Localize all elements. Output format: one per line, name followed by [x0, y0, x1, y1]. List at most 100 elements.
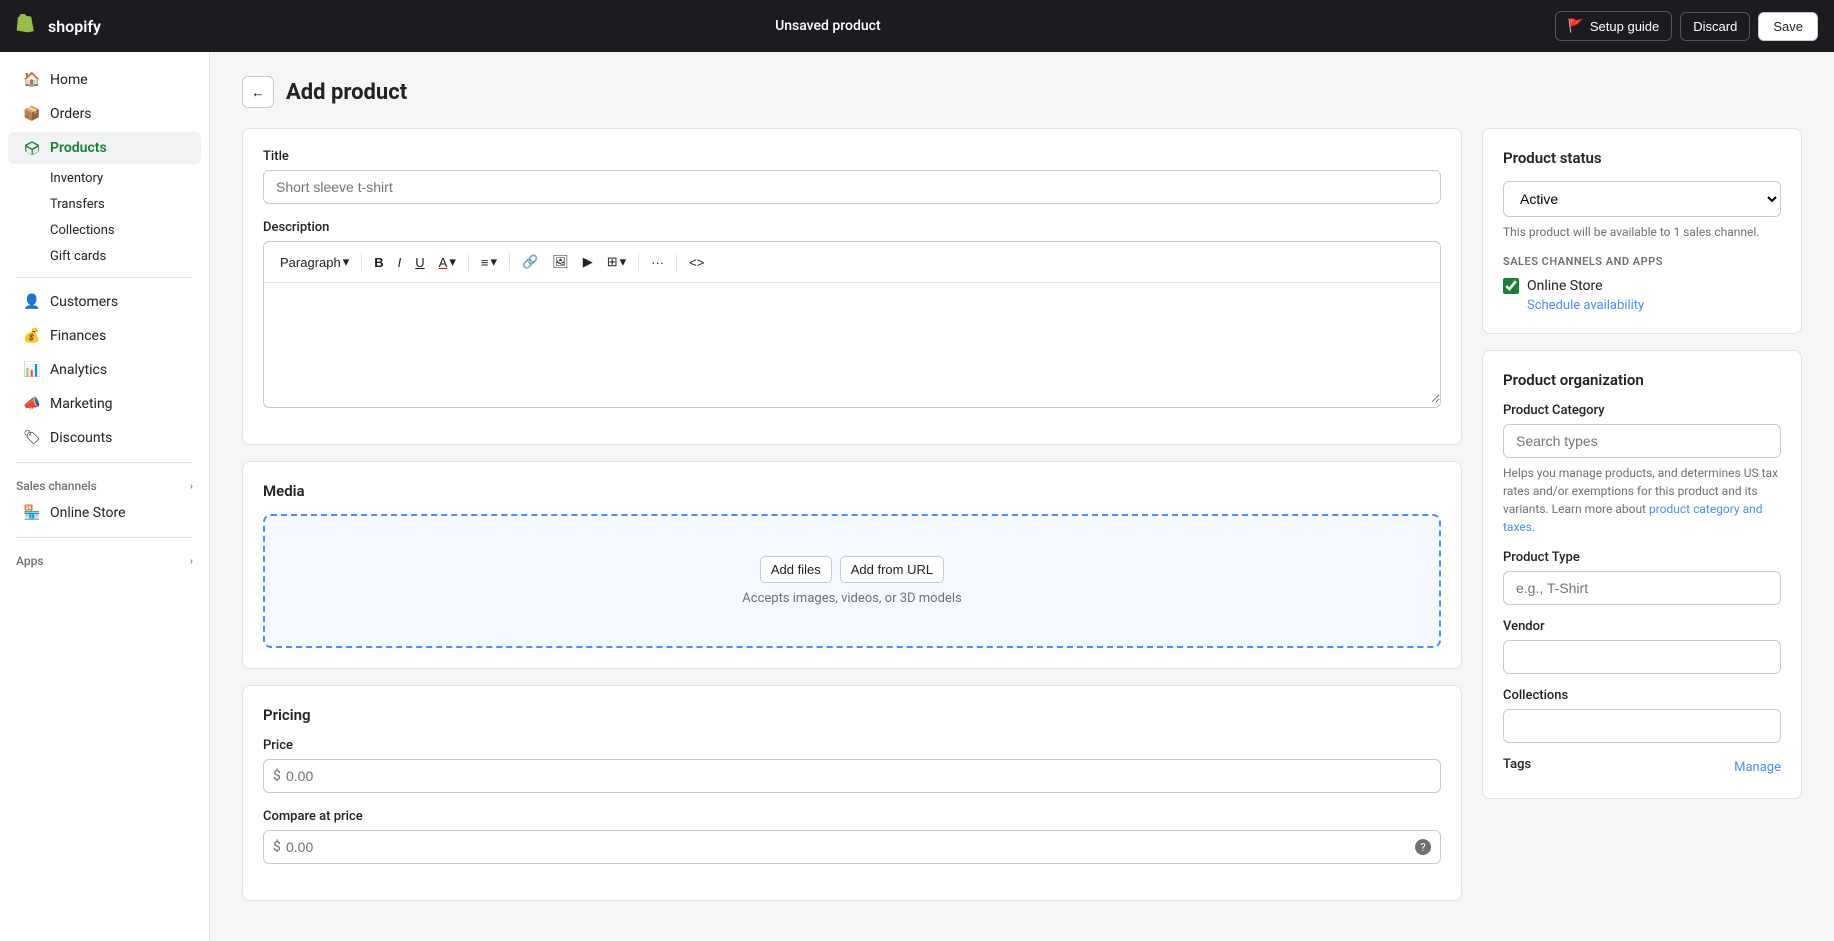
- compare-price-input-wrap: $ ?: [263, 830, 1441, 864]
- bold-button[interactable]: B: [368, 251, 389, 274]
- sidebar-item-orders[interactable]: 📦 Orders: [8, 98, 201, 130]
- toolbar-divider-2: [468, 253, 469, 271]
- media-card: Media Add files Add from URL Accepts ima…: [242, 461, 1462, 669]
- more-button[interactable]: ···: [645, 251, 670, 274]
- rte-toolbar: Paragraph ▾ B I U A ▾: [264, 242, 1440, 283]
- sidebar-item-gift-cards[interactable]: Gift cards: [42, 244, 201, 269]
- manage-tags-link[interactable]: Manage: [1734, 760, 1781, 775]
- italic-button[interactable]: I: [392, 251, 408, 274]
- source-code-button[interactable]: <>: [683, 251, 710, 274]
- sidebar-item-transfers[interactable]: Transfers: [42, 192, 201, 217]
- title-label: Title: [263, 149, 1441, 164]
- collections-input[interactable]: [1503, 709, 1781, 743]
- sales-channels-section[interactable]: Sales channels ›: [0, 471, 209, 497]
- compare-price-input[interactable]: [263, 830, 1441, 864]
- vendor-label: Vendor: [1503, 619, 1781, 634]
- collections-label: Collections: [1503, 688, 1781, 703]
- image-button[interactable]: 🖼: [546, 250, 575, 274]
- text-color-button[interactable]: A ▾: [433, 250, 462, 274]
- home-icon: 🏠: [24, 72, 40, 88]
- dropdown-arrow-icon: ▾: [343, 254, 350, 270]
- paragraph-dropdown[interactable]: Paragraph ▾: [274, 250, 355, 274]
- media-dropzone[interactable]: Add files Add from URL Accepts images, v…: [263, 514, 1441, 648]
- table-dropdown-icon: ▾: [620, 254, 627, 270]
- sidebar-divider-1: [16, 277, 193, 278]
- sidebar-item-home[interactable]: 🏠 Home: [8, 64, 201, 96]
- product-type-input[interactable]: [1503, 571, 1781, 605]
- title-input[interactable]: [263, 170, 1441, 204]
- tags-label: Tags: [1503, 757, 1531, 772]
- toolbar-divider-4: [638, 253, 639, 271]
- sidebar-item-discounts[interactable]: 🏷 Discounts: [8, 422, 201, 454]
- price-field-group: Price $: [263, 738, 1441, 793]
- logo-text: shopify: [48, 17, 101, 36]
- category-label: Product Category: [1503, 403, 1781, 418]
- video-button[interactable]: ▶: [577, 250, 599, 274]
- marketing-icon: 📣: [24, 396, 40, 412]
- store-icon: 🏪: [24, 505, 40, 521]
- logo: shopify: [16, 14, 101, 38]
- status-description: This product will be available to 1 sale…: [1503, 225, 1781, 239]
- price-label: Price: [263, 738, 1441, 753]
- category-input[interactable]: [1503, 424, 1781, 458]
- underline-button[interactable]: U: [409, 251, 430, 274]
- discard-button[interactable]: Discard: [1680, 12, 1750, 41]
- sidebar-divider-2: [16, 462, 193, 463]
- table-button[interactable]: ⊞ ▾: [601, 250, 632, 274]
- save-button[interactable]: Save: [1758, 12, 1818, 41]
- vendor-input[interactable]: [1503, 640, 1781, 674]
- products-submenu: Inventory Transfers Collections Gift car…: [0, 166, 209, 269]
- text-color-dropdown-icon: ▾: [449, 254, 456, 270]
- product-type-label: Product Type: [1503, 550, 1781, 565]
- sales-channels-label: SALES CHANNELS AND APPS: [1503, 255, 1781, 268]
- compare-price-label: Compare at price: [263, 809, 1441, 824]
- sidebar-item-analytics[interactable]: 📊 Analytics: [8, 354, 201, 386]
- title-description-card: Title Description Paragraph ▾: [242, 128, 1462, 445]
- sidebar-item-products[interactable]: Products: [8, 132, 201, 164]
- toolbar-divider-3: [509, 253, 510, 271]
- schedule-availability-link[interactable]: Schedule availability: [1527, 298, 1781, 313]
- left-column: Title Description Paragraph ▾: [242, 128, 1462, 917]
- chevron-right-icon-apps: ›: [190, 556, 193, 567]
- chevron-right-icon: ›: [190, 481, 193, 492]
- online-store-checkbox-row: Online Store: [1503, 278, 1781, 294]
- online-store-label: Online Store: [1527, 278, 1603, 294]
- sidebar-item-finances[interactable]: 💰 Finances: [8, 320, 201, 352]
- product-status-title: Product status: [1503, 149, 1781, 167]
- compare-price-help-icon[interactable]: ?: [1415, 839, 1431, 855]
- media-dropzone-actions: Add files Add from URL: [285, 556, 1419, 583]
- category-description: Helps you manage products, and determine…: [1503, 464, 1781, 536]
- price-input-wrap: $: [263, 759, 1441, 793]
- product-org-card: Product organization Product Category He…: [1482, 350, 1802, 799]
- media-title: Media: [263, 482, 1441, 500]
- link-button[interactable]: 🔗: [516, 250, 544, 274]
- topbar: shopify Unsaved product 🚩 Setup guide Di…: [0, 0, 1834, 52]
- setup-guide-button[interactable]: 🚩 Setup guide: [1555, 11, 1673, 41]
- products-icon: [24, 140, 40, 156]
- customers-icon: 👤: [24, 294, 40, 310]
- sidebar-item-online-store[interactable]: 🏪 Online Store: [8, 497, 201, 529]
- add-from-url-button[interactable]: Add from URL: [840, 556, 944, 583]
- sidebar-item-marketing[interactable]: 📣 Marketing: [8, 388, 201, 420]
- sidebar-item-collections[interactable]: Collections: [42, 218, 201, 243]
- apps-section[interactable]: Apps ›: [0, 546, 209, 572]
- sidebar-divider-3: [16, 537, 193, 538]
- price-input[interactable]: [263, 759, 1441, 793]
- add-files-button[interactable]: Add files: [760, 556, 832, 583]
- title-field-group: Title: [263, 149, 1441, 204]
- pricing-card: Pricing Price $ Compare at price $: [242, 685, 1462, 901]
- tags-row: Tags Manage: [1503, 757, 1781, 778]
- right-column: Product status Active Draft This product…: [1482, 128, 1802, 815]
- description-textarea[interactable]: [264, 283, 1440, 403]
- online-store-checkbox[interactable]: [1503, 278, 1519, 294]
- toolbar-divider-1: [361, 253, 362, 271]
- toolbar-divider-5: [676, 253, 677, 271]
- sidebar-item-customers[interactable]: 👤 Customers: [8, 286, 201, 318]
- sidebar-item-inventory[interactable]: Inventory: [42, 166, 201, 191]
- status-select[interactable]: Active Draft: [1503, 181, 1781, 217]
- page-unsaved-label: Unsaved product: [775, 18, 881, 34]
- align-button[interactable]: ≡ ▾: [475, 250, 503, 274]
- analytics-icon: 📊: [24, 362, 40, 378]
- orders-icon: 📦: [24, 106, 40, 122]
- back-button[interactable]: ←: [242, 76, 274, 108]
